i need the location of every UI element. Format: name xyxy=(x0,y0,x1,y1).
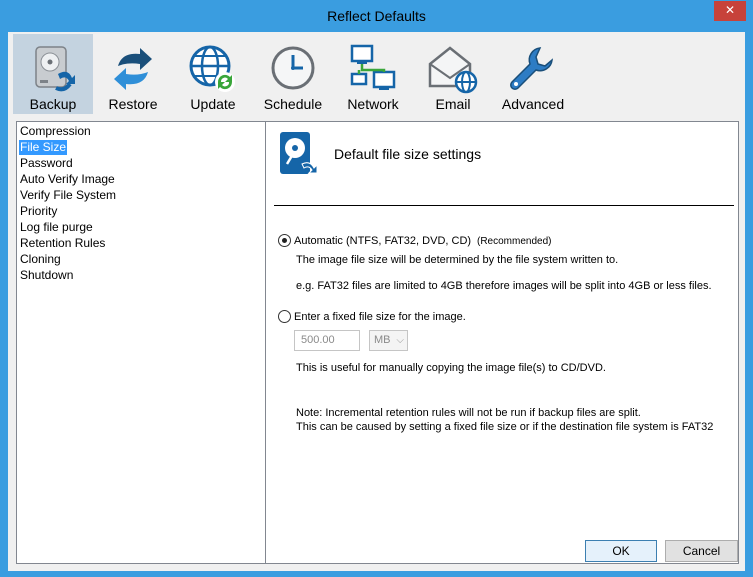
sidebar-item-retention-rules[interactable]: Retention Rules xyxy=(19,236,106,251)
toolbar: Backup Restore Update Schedule Network E… xyxy=(8,32,745,114)
email-globe-icon xyxy=(428,46,478,94)
sidebar-item-verify-file-system[interactable]: Verify File System xyxy=(19,188,117,203)
sidebar-item-cloning[interactable]: Cloning xyxy=(19,252,62,267)
toolbar-backup-label: Backup xyxy=(29,96,77,112)
panel-title: Default file size settings xyxy=(334,146,482,162)
sidebar-item-auto-verify-image[interactable]: Auto Verify Image xyxy=(19,172,116,187)
disk-backup-icon xyxy=(280,132,318,174)
window-title: Reflect Defaults xyxy=(327,8,426,24)
size-unit-value: MB xyxy=(374,334,391,346)
globe-update-icon xyxy=(189,45,235,92)
sidebar-item-priority[interactable]: Priority xyxy=(19,204,58,219)
app-window: Reflect Defaults ✕ Backup Restore Update… xyxy=(0,0,753,577)
close-button[interactable]: ✕ xyxy=(714,1,746,21)
toolbar-network[interactable]: Network xyxy=(333,34,413,114)
toolbar-update-label: Update xyxy=(190,96,236,112)
client-area: Backup Restore Update Schedule Network E… xyxy=(8,32,745,571)
file-size-settings-panel: Default file size settings Automatic (NT… xyxy=(265,121,739,564)
toolbar-backup[interactable]: Backup xyxy=(13,34,93,114)
toolbar-schedule-label: Schedule xyxy=(263,96,323,112)
network-computers-icon xyxy=(350,44,396,90)
fixed-size-input[interactable]: 500.00 xyxy=(294,330,360,351)
restore-arrows-icon xyxy=(114,48,152,90)
clock-icon xyxy=(271,46,315,90)
note-line-1: Note: Incremental retention rules will n… xyxy=(296,407,641,419)
sidebar-item-file-size[interactable]: File Size xyxy=(19,140,68,155)
radio-selected-dot xyxy=(282,238,287,243)
ok-button[interactable]: OK xyxy=(585,540,657,562)
fixed-size-desc: This is useful for manually copying the … xyxy=(296,362,606,374)
sidebar-item-password[interactable]: Password xyxy=(19,156,74,171)
backup-disk-icon xyxy=(35,46,75,92)
title-bar[interactable]: Reflect Defaults ✕ xyxy=(1,1,752,32)
toolbar-schedule[interactable]: Schedule xyxy=(253,34,333,114)
wrench-icon xyxy=(510,47,553,90)
toolbar-restore[interactable]: Restore xyxy=(93,34,173,114)
toolbar-advanced-label: Advanced xyxy=(501,96,565,112)
settings-category-list[interactable]: Compression File Size Password Auto Veri… xyxy=(16,121,268,564)
automatic-size-label[interactable]: Automatic (NTFS, FAT32, DVD, CD) xyxy=(294,235,471,247)
toolbar-network-label: Network xyxy=(347,96,399,112)
fixed-size-radio[interactable] xyxy=(278,310,291,323)
sidebar-item-shutdown[interactable]: Shutdown xyxy=(19,268,74,283)
header-separator xyxy=(274,205,734,206)
sidebar-item-compression[interactable]: Compression xyxy=(19,124,92,139)
toolbar-email[interactable]: Email xyxy=(413,34,493,114)
toolbar-update[interactable]: Update xyxy=(173,34,253,114)
toolbar-restore-label: Restore xyxy=(108,96,158,112)
size-unit-select[interactable]: MB ⌵ xyxy=(369,330,408,351)
note-line-2: This can be caused by setting a fixed fi… xyxy=(296,421,714,433)
fixed-size-label[interactable]: Enter a fixed file size for the image. xyxy=(294,311,466,323)
toolbar-advanced[interactable]: Advanced xyxy=(493,34,573,114)
chevron-down-icon: ⌵ xyxy=(396,335,404,346)
recommended-badge: (Recommended) xyxy=(477,236,552,247)
sidebar-item-log-file-purge[interactable]: Log file purge xyxy=(19,220,94,235)
automatic-desc-line-1: The image file size will be determined b… xyxy=(296,254,619,266)
automatic-size-radio[interactable] xyxy=(278,234,291,247)
toolbar-email-label: Email xyxy=(435,96,471,112)
cancel-button[interactable]: Cancel xyxy=(665,540,738,562)
automatic-desc-line-2: e.g. FAT32 files are limited to 4GB ther… xyxy=(296,280,712,292)
